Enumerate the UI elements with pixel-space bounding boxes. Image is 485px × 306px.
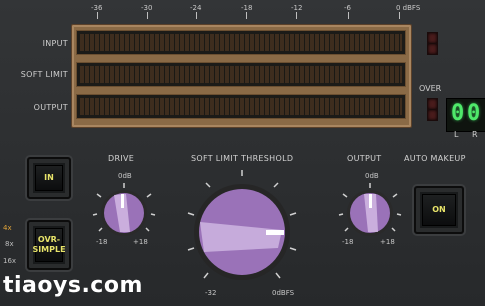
scale-label: -30 (141, 4, 153, 12)
over-led-bottom (427, 109, 438, 121)
input-meter (76, 30, 406, 55)
auto-makeup-button[interactable]: ON (414, 186, 464, 234)
in-button-label: IN (44, 173, 54, 182)
over-right-label: R (472, 130, 478, 139)
output-title: OUTPUT (347, 154, 382, 163)
drive-top-label: 0dB (118, 172, 132, 180)
drive-title: DRIVE (108, 154, 135, 163)
auto-makeup-title: AUTO MAKEUP (404, 154, 466, 163)
scale-label: -24 (190, 4, 202, 12)
scale-label: 0 dBFS (396, 4, 421, 12)
output-top-label: 0dB (365, 172, 379, 180)
over-label: OVER (419, 84, 442, 93)
oversample-option-8x[interactable]: 8x (5, 240, 14, 248)
soft-limit-meter (76, 62, 406, 87)
oversample-option-4x[interactable]: 4x (3, 224, 12, 232)
scale-label: -18 (241, 4, 253, 12)
in-button[interactable]: IN (27, 157, 71, 199)
scale-label: -12 (291, 4, 303, 12)
oversample-option-16x[interactable]: 16x (3, 257, 16, 265)
input-clip-led-bottom (427, 43, 438, 55)
scale-label: -36 (91, 4, 103, 12)
oversample-button-label: OVR- SIMPLE (32, 235, 66, 254)
threshold-knob[interactable] (182, 170, 302, 288)
drive-knob[interactable] (92, 180, 156, 240)
over-digit-left: 0 (451, 101, 465, 126)
over-counter-display[interactable]: 0 0 (446, 98, 485, 132)
threshold-max-label: 0dBFS (272, 289, 295, 297)
auto-makeup-button-label: ON (432, 205, 446, 214)
meter-label-input: INPUT (42, 39, 68, 48)
threshold-min-label: -32 (205, 289, 217, 297)
scale-label: -6 (344, 4, 351, 12)
over-digit-right: 0 (467, 101, 481, 126)
plugin-panel: -36 -30 -24 -18 -12 -6 0 dBFS INPUT SOFT… (0, 0, 485, 306)
output-meter (76, 94, 406, 119)
meter-label-output: OUTPUT (33, 103, 68, 112)
watermark-text: tiaoys.com (3, 273, 143, 298)
over-left-label: L (454, 130, 459, 139)
meter-label-soft-limit: SOFT LIMIT (20, 70, 68, 79)
output-knob[interactable] (338, 180, 402, 240)
oversample-button[interactable]: OVR- SIMPLE (27, 220, 71, 270)
threshold-title: SOFT LIMIT THRESHOLD (191, 154, 294, 163)
